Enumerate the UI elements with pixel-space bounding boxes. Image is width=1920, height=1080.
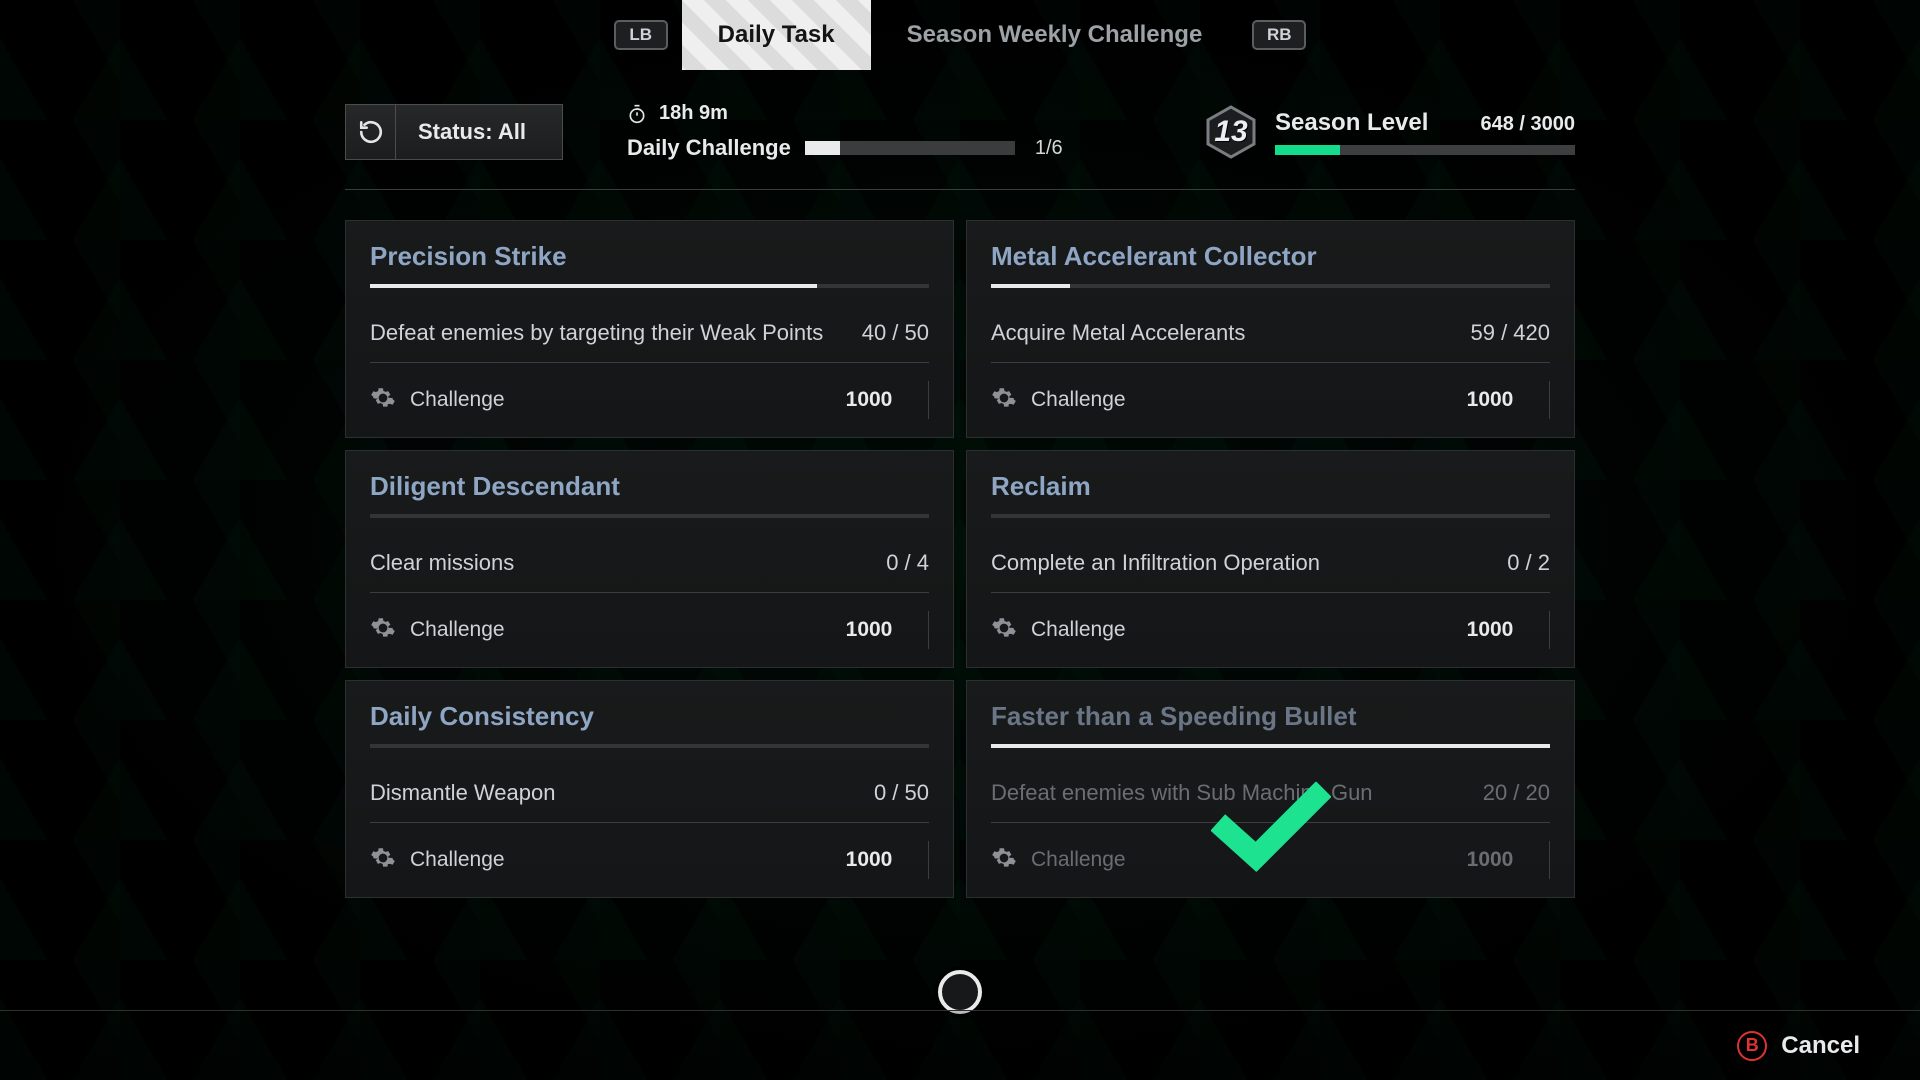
reward-label: Challenge [1031, 618, 1126, 642]
challenge-title: Precision Strike [370, 241, 929, 272]
reward-value: 1000 [1445, 618, 1535, 642]
season-level-label: Season Level [1275, 109, 1428, 137]
challenge-card[interactable]: Reclaim Complete an Infiltration Operatio… [966, 450, 1575, 668]
challenge-progress-bar [991, 284, 1550, 288]
challenge-objective: Clear missions [370, 550, 514, 576]
reward-value: 1000 [1445, 848, 1535, 872]
challenge-progress: 59 / 420 [1470, 320, 1550, 346]
reward-label: Challenge [1031, 388, 1126, 412]
challenge-progress-bar [370, 514, 929, 518]
stopwatch-icon [627, 104, 647, 124]
cancel-label[interactable]: Cancel [1781, 1032, 1860, 1060]
challenge-title: Faster than a Speeding Bullet [991, 701, 1550, 732]
cog-icon [991, 845, 1017, 876]
reward-label: Challenge [410, 618, 505, 642]
lb-bumper-icon[interactable]: LB [614, 20, 668, 50]
daily-progress-count: 1/6 [1035, 137, 1063, 160]
challenge-card[interactable]: Daily Consistency Dismantle Weapon 0 / 50 C… [345, 680, 954, 898]
challenge-objective: Acquire Metal Accelerants [991, 320, 1245, 346]
reward-value: 1000 [1445, 388, 1535, 412]
season-level-block: 13 Season Level 648 / 3000 [1203, 104, 1575, 160]
footer-bar: B Cancel [0, 1010, 1920, 1080]
daily-challenge-label: Daily Challenge [627, 135, 791, 161]
tab-season-weekly[interactable]: Season Weekly Challenge [871, 0, 1239, 70]
challenge-card[interactable]: Faster than a Speeding Bullet Defeat enem… [966, 680, 1575, 898]
reward-label: Challenge [1031, 848, 1126, 872]
challenge-card[interactable]: Metal Accelerant Collector Acquire Metal … [966, 220, 1575, 438]
challenge-title: Reclaim [991, 471, 1550, 502]
daily-challenge-block: 18h 9m Daily Challenge 1/6 [627, 102, 1203, 161]
cog-icon [991, 385, 1017, 416]
reward-label: Challenge [410, 848, 505, 872]
cog-icon [991, 615, 1017, 646]
cog-icon [370, 845, 396, 876]
challenge-card[interactable]: Precision Strike Defeat enemies by target… [345, 220, 954, 438]
daily-time-remaining: 18h 9m [659, 102, 728, 125]
challenge-grid: Precision Strike Defeat enemies by target… [345, 220, 1575, 898]
status-filter-button[interactable]: Status: All [345, 104, 563, 160]
tab-bar: LB Daily Task Season Weekly Challenge RB [0, 0, 1920, 70]
reward-value: 1000 [824, 848, 914, 872]
challenge-title: Daily Consistency [370, 701, 929, 732]
season-xp-bar [1275, 145, 1575, 155]
cursor-ring-icon [938, 970, 982, 1014]
reward-value: 1000 [824, 618, 914, 642]
challenge-objective: Defeat enemies with Sub Machine Gun [991, 780, 1373, 806]
cog-icon [370, 385, 396, 416]
tab-daily-task[interactable]: Daily Task [682, 0, 871, 70]
challenge-progress: 20 / 20 [1483, 780, 1550, 806]
header-row: Status: All 18h 9m Daily Challenge 1/6 1… [345, 102, 1575, 190]
daily-progress-bar [805, 141, 1015, 155]
rb-bumper-icon[interactable]: RB [1252, 20, 1306, 50]
status-label: Status: All [412, 119, 526, 145]
reward-label: Challenge [410, 388, 505, 412]
challenge-progress: 0 / 2 [1507, 550, 1550, 576]
challenge-card[interactable]: Diligent Descendant Clear missions 0 / 4 Ch… [345, 450, 954, 668]
cog-icon [370, 615, 396, 646]
challenge-progress: 0 / 4 [886, 550, 929, 576]
season-xp: 648 / 3000 [1480, 113, 1575, 136]
challenge-progress-bar [370, 744, 929, 748]
challenge-progress-bar [370, 284, 929, 288]
challenge-title: Diligent Descendant [370, 471, 929, 502]
challenge-progress: 40 / 50 [862, 320, 929, 346]
challenge-title: Metal Accelerant Collector [991, 241, 1550, 272]
season-level-number: 13 [1214, 115, 1247, 149]
challenge-progress-bar [991, 744, 1550, 748]
challenge-objective: Complete an Infiltration Operation [991, 550, 1320, 576]
reward-value: 1000 [824, 388, 914, 412]
season-level-badge: 13 [1203, 104, 1259, 160]
challenge-objective: Dismantle Weapon [370, 780, 555, 806]
challenge-progress: 0 / 50 [874, 780, 929, 806]
challenge-objective: Defeat enemies by targeting their Weak P… [370, 320, 823, 346]
challenge-progress-bar [991, 514, 1550, 518]
refresh-icon [346, 104, 396, 160]
b-button-icon[interactable]: B [1737, 1031, 1767, 1061]
